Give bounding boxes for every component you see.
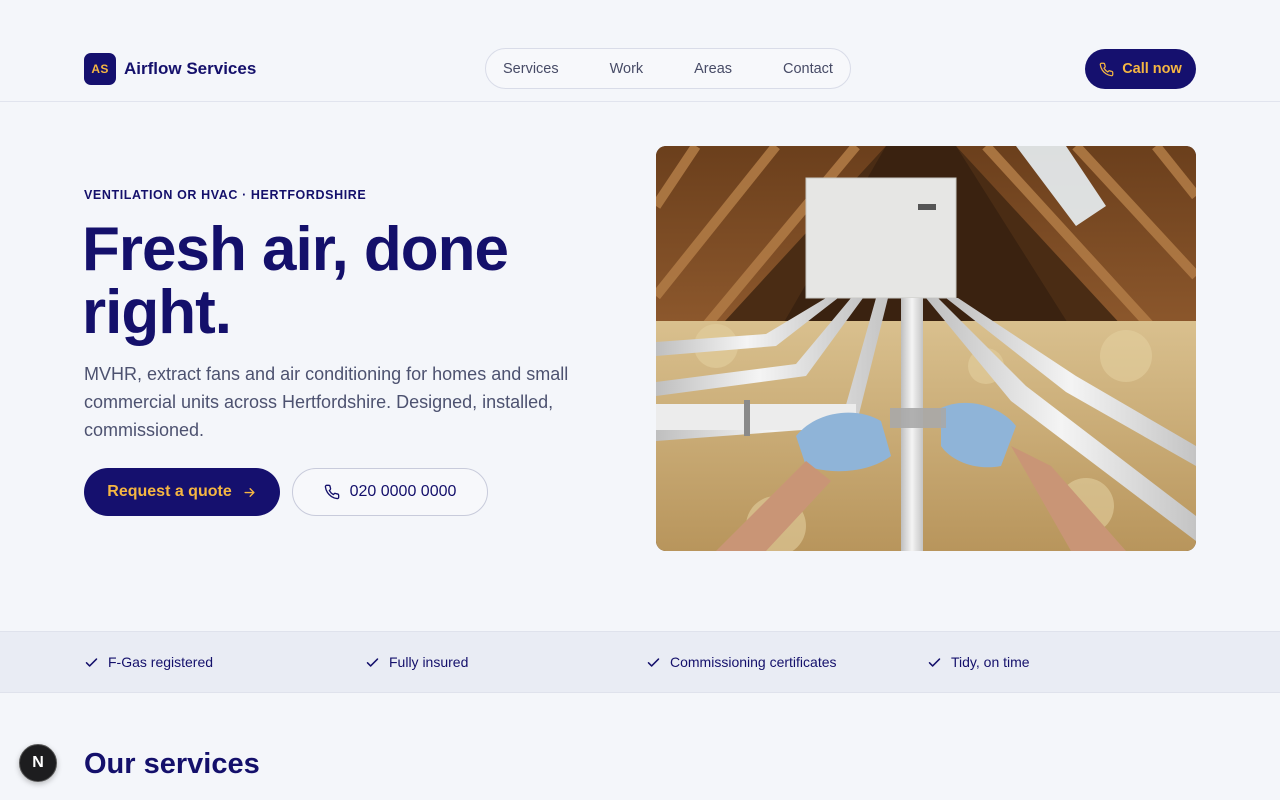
check-icon — [928, 657, 941, 667]
trust-strip: F-Gas registered Fully insured Commissio… — [0, 631, 1280, 693]
hero-lead: MVHR, extract fans and air conditioning … — [84, 364, 569, 440]
call-now-label: Call now — [1122, 61, 1182, 77]
loft-ducting-illustration — [656, 146, 1196, 551]
nav-link-services[interactable]: Services — [503, 61, 559, 77]
hero-image — [656, 146, 1196, 551]
trust-item: Commissioning certificates — [646, 654, 837, 670]
check-icon — [85, 657, 98, 667]
nav-link-areas[interactable]: Areas — [694, 61, 732, 77]
arrow-right-icon — [244, 487, 255, 497]
phone-icon — [1099, 62, 1114, 76]
nav-link-work[interactable]: Work — [610, 61, 644, 77]
brand-logo[interactable]: AS Airflow Services — [84, 53, 256, 85]
trust-item-label: F-Gas registered — [108, 654, 214, 670]
check-icon — [366, 657, 379, 667]
services-heading: Our services — [84, 748, 260, 780]
site-header: AS Airflow Services Services Work Areas … — [0, 0, 1280, 102]
trust-item-label: Tidy, on time — [951, 654, 1030, 670]
phone-number-label: 020 0000 0000 — [349, 483, 457, 500]
request-quote-button[interactable]: Request a quote — [84, 468, 280, 516]
phone-icon — [324, 484, 339, 500]
call-now-button[interactable]: Call now — [1085, 49, 1196, 89]
trust-item-label: Commissioning certificates — [670, 654, 837, 670]
nav-link-contact[interactable]: Contact — [783, 61, 833, 77]
check-icon — [647, 657, 660, 667]
brand-name: Airflow Services — [124, 59, 257, 78]
trust-item: F-Gas registered — [84, 654, 213, 670]
trust-item-label: Fully insured — [389, 654, 469, 670]
trust-item: Fully insured — [365, 654, 468, 670]
hero-eyebrow: VENTILATION OR HVAC · HERTFORDSHIRE — [84, 188, 367, 202]
request-quote-label: Request a quote — [107, 483, 232, 500]
trust-item: Tidy, on time — [927, 654, 1030, 670]
main-nav: Services Work Areas Contact — [485, 48, 851, 89]
hero-headline: Fresh air, done right. — [82, 215, 509, 347]
phone-number-button[interactable]: 020 0000 0000 — [292, 468, 488, 516]
dev-tools-badge[interactable]: N — [19, 744, 57, 782]
brand-badge: AS — [84, 53, 116, 85]
